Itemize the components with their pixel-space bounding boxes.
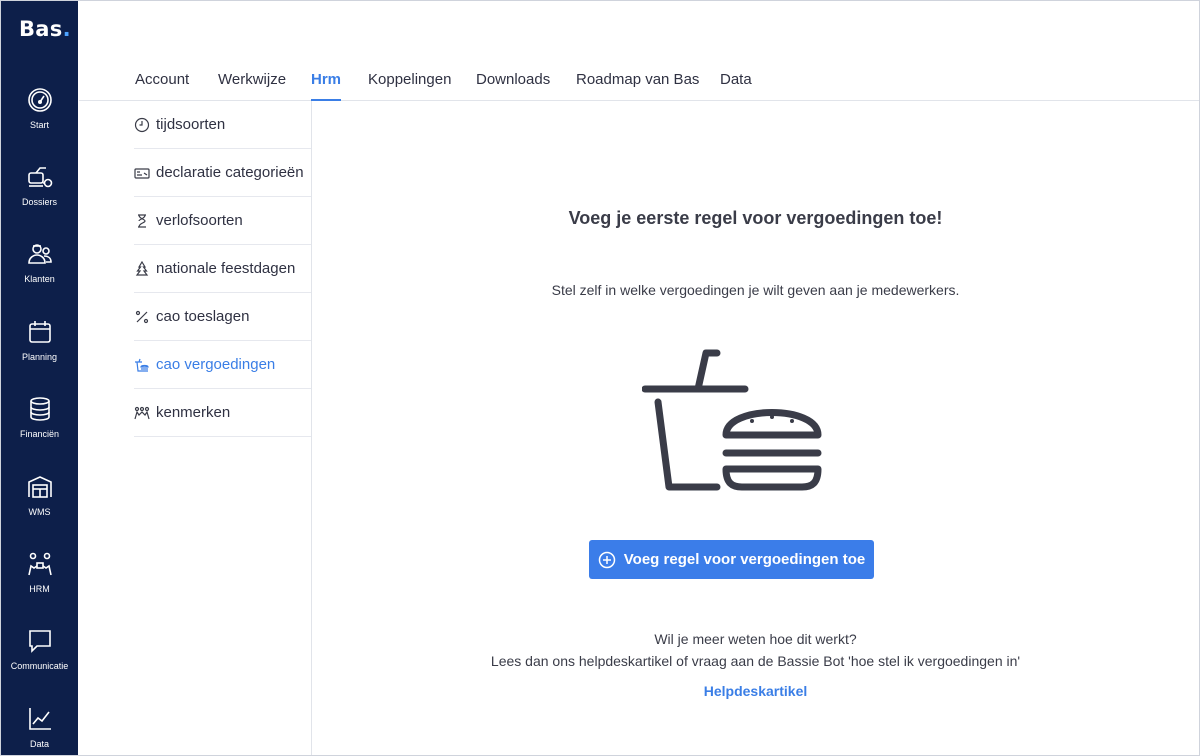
sidebar: Bas. Start Dossiers Klanten Planning Fin… [1,1,78,755]
subnav-item-tijdsoorten[interactable]: tijdsoorten [134,101,311,149]
drink-burger-icon [642,349,822,491]
sidebar-item-hrm[interactable]: HRM [1,550,78,620]
tab-hrm[interactable]: Hrm [311,71,342,101]
sidebar-item-data[interactable]: Data [1,705,78,755]
sidebar-item-label: Dossiers [21,197,57,207]
group-icon [134,406,150,419]
helpdesk-link[interactable]: Helpdeskartikel [312,683,1199,699]
sidebar-item-dossiers[interactable]: Dossiers [1,163,78,233]
hrm-subnav: tijdsoorten declaratie categorieën verlo… [134,101,311,437]
coins-icon [29,397,50,421]
tree-icon [135,260,149,276]
percent-icon [135,310,149,323]
subnav-item-kenmerken[interactable]: kenmerken [134,389,311,437]
subnav-item-verlofsoorten[interactable]: verlofsoorten [134,197,311,245]
subnav-item-vergoedingen[interactable]: cao vergoedingen [134,341,311,389]
tab-downloads[interactable]: Downloads [476,71,550,99]
empty-state: Voeg je eerste regel voor vergoedingen t… [312,101,1199,755]
tab-account[interactable]: Account [135,71,189,99]
customers-icon [27,244,52,264]
help-text: Lees dan ons helpdeskartikel of vraag aa… [490,653,1021,669]
tab-koppelingen[interactable]: Koppelingen [368,71,451,99]
sidebar-item-label: HRM [29,584,50,594]
subnav-item-toeslagen[interactable]: cao toeslagen [134,293,311,341]
plus-circle-icon [598,551,616,568]
app-logo[interactable]: Bas. [19,17,71,41]
sidebar-item-wms[interactable]: WMS [1,473,78,543]
sidebar-item-label: Klanten [24,274,55,284]
sidebar-item-label: Financiën [19,429,60,439]
tab-data[interactable]: Data [720,71,752,99]
gauge-icon [27,88,52,112]
subnav-item-declaratie[interactable]: declaratie categorieën [134,149,311,197]
receipt-icon [134,167,150,179]
chat-icon [28,630,51,653]
sidebar-item-klanten[interactable]: Klanten [1,240,78,310]
sidebar-item-start[interactable]: Start [1,86,78,156]
calendar-icon [28,321,51,343]
sidebar-item-label: WMS [28,507,51,517]
subnav-item-feestdagen[interactable]: nationale feestdagen [134,245,311,293]
sidebar-item-label: Start [29,120,49,130]
line-chart-icon [28,708,51,730]
help-question: Wil je meer weten hoe dit werkt? [654,631,857,647]
tab-roadmap[interactable]: Roadmap van Bas [576,71,699,99]
sidebar-item-communicatie[interactable]: Communicatie [1,627,78,697]
sidebar-item-label: Planning [21,352,58,362]
hourglass-icon [138,213,146,228]
app-window: Bas. Start Dossiers Klanten Planning Fin… [0,0,1200,756]
add-rule-button[interactable]: Voeg regel voor vergoedingen toe [589,540,874,579]
add-rule-label: Voeg regel voor vergoedingen toe [623,551,866,568]
clock-icon [134,117,150,132]
warehouse-icon [27,476,52,498]
sidebar-item-planning[interactable]: Planning [1,318,78,388]
sidebar-item-financien[interactable]: Financiën [1,395,78,465]
tab-werkwijze[interactable]: Werkwijze [218,71,286,99]
dossier-icon [27,167,52,188]
page-subtitle: Stel zelf in welke vergoedingen je wilt … [551,282,960,298]
page-title: Voeg je eerste regel voor vergoedingen t… [568,208,943,228]
settings-tabs: Account Werkwijze Hrm Koppelingen Downlo… [79,1,1199,101]
food-icon [135,358,149,372]
sidebar-item-label: Data [29,739,49,749]
sidebar-item-label: Communicatie [10,661,69,671]
people-icon [27,552,52,576]
